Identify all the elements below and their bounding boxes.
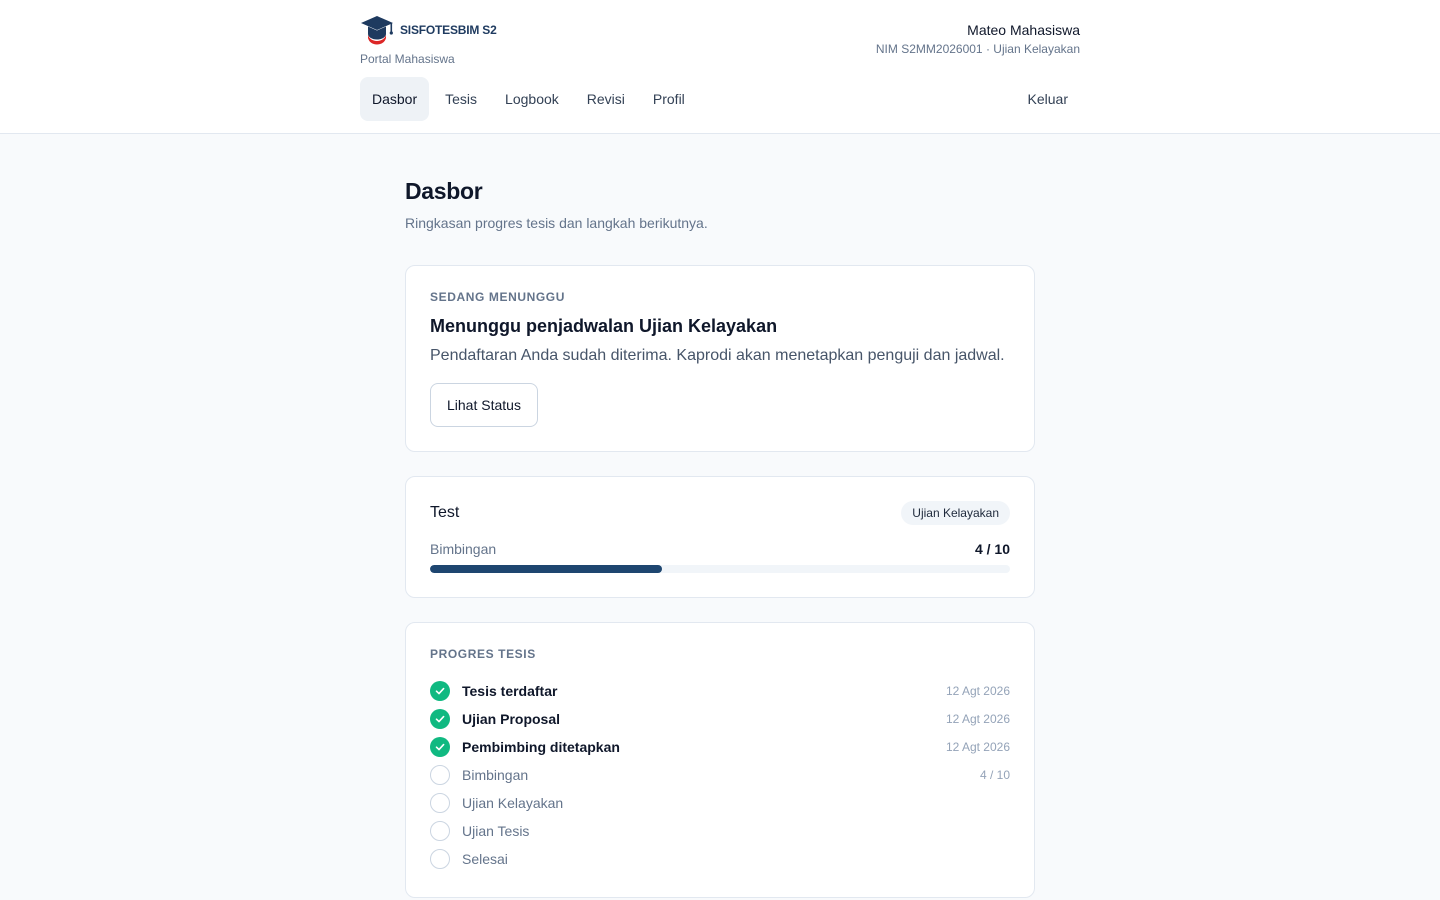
top-bar: SISFOTESBIM S2 Portal Mahasiswa Mateo Ma…: [0, 0, 1440, 134]
top-bar-inner: SISFOTESBIM S2 Portal Mahasiswa Mateo Ma…: [360, 0, 1080, 134]
progress-fill: [430, 565, 662, 573]
step-label: Tesis terdaftar: [462, 683, 558, 699]
nav-item-dasbor[interactable]: Dasbor: [360, 77, 430, 121]
step-label: Ujian Tesis: [462, 823, 530, 839]
status-title: Menunggu penjadwalan Ujian Kelayakan: [430, 316, 778, 336]
main-content: Dasbor Ringkasan progres tesis dan langk…: [405, 134, 1035, 898]
graduation-cap-icon: [361, 16, 393, 45]
thesis-header: Test Ujian Kelayakan: [430, 501, 1010, 525]
progress-step: Ujian Kelayakan: [430, 789, 1010, 817]
thesis-title: Test: [430, 504, 460, 521]
check-circle-icon: [430, 709, 450, 729]
progress-steps: Tesis terdaftar 12 Agt 2026 Ujian Proposal…: [430, 677, 1010, 873]
progress-track: [430, 565, 1010, 573]
status-eyebrow: SEDANG MENUNGGU: [430, 290, 566, 304]
step-meta: 4 / 10: [979, 768, 1010, 782]
status-description: Pendaftaran Anda sudah diterima. Kaprodi…: [430, 347, 1005, 364]
user-name: Mateo Mahasiswa: [967, 22, 1080, 38]
step-meta: 12 Agt 2026: [945, 740, 1010, 754]
page-subtitle: Ringkasan progres tesis dan langkah beri…: [405, 215, 708, 231]
empty-circle-icon: [430, 793, 450, 813]
nav-item-profil[interactable]: Profil: [641, 77, 697, 121]
step-meta: 12 Agt 2026: [945, 712, 1010, 726]
progress-eyebrow: PROGRES TESIS: [430, 647, 536, 661]
progress-card: PROGRES TESIS Tesis terdaftar 12 Agt 2026…: [405, 622, 1035, 898]
brand-name: SISFOTESBIM S2: [400, 23, 497, 37]
progress-step: Pembimbing ditetapkan 12 Agt 2026: [430, 733, 1010, 761]
step-label: Ujian Kelayakan: [462, 795, 564, 811]
view-status-button[interactable]: Lihat Status: [430, 383, 538, 427]
logout-button[interactable]: Keluar: [1016, 77, 1080, 121]
nav-item-logbook[interactable]: Logbook: [493, 77, 571, 121]
step-label: Pembimbing ditetapkan: [462, 739, 620, 755]
brand[interactable]: SISFOTESBIM S2 Portal Mahasiswa: [360, 14, 497, 66]
progress-step: Tesis terdaftar 12 Agt 2026: [430, 677, 1010, 705]
thesis-card: Test Ujian Kelayakan Bimbingan 4 / 10: [405, 476, 1035, 598]
progress-step: Selesai: [430, 845, 1010, 873]
brand-row: SISFOTESBIM S2: [360, 14, 497, 46]
page-title: Dasbor: [405, 178, 483, 204]
user-meta: NIM S2MM2026001 · Ujian Kelayakan: [875, 42, 1080, 56]
progress-step: Bimbingan 4 / 10: [430, 761, 1010, 789]
check-circle-icon: [430, 737, 450, 757]
main-nav: Dasbor Tesis Logbook Revisi Profil: [360, 77, 701, 121]
brand-subtitle: Portal Mahasiswa: [360, 52, 455, 66]
progress-count: 4 / 10: [974, 541, 1010, 557]
step-label: Bimbingan: [462, 767, 529, 783]
empty-circle-icon: [430, 765, 450, 785]
progress-row: Bimbingan 4 / 10: [430, 541, 1010, 557]
step-label: Ujian Proposal: [462, 711, 561, 727]
empty-circle-icon: [430, 849, 450, 869]
nav-item-tesis[interactable]: Tesis: [433, 77, 489, 121]
stage-badge: Ujian Kelayakan: [901, 501, 1010, 525]
step-meta: 12 Agt 2026: [945, 684, 1010, 698]
empty-circle-icon: [430, 821, 450, 841]
check-circle-icon: [430, 681, 450, 701]
progress-label: Bimbingan: [430, 541, 497, 557]
nav-item-revisi[interactable]: Revisi: [575, 77, 637, 121]
progress-step: Ujian Tesis: [430, 817, 1010, 845]
status-card: SEDANG MENUNGGU Menunggu penjadwalan Uji…: [405, 265, 1035, 452]
step-label: Selesai: [462, 851, 508, 867]
user-info: Mateo Mahasiswa NIM S2MM2026001 · Ujian …: [876, 22, 1080, 56]
progress-step: Ujian Proposal 12 Agt 2026: [430, 705, 1010, 733]
